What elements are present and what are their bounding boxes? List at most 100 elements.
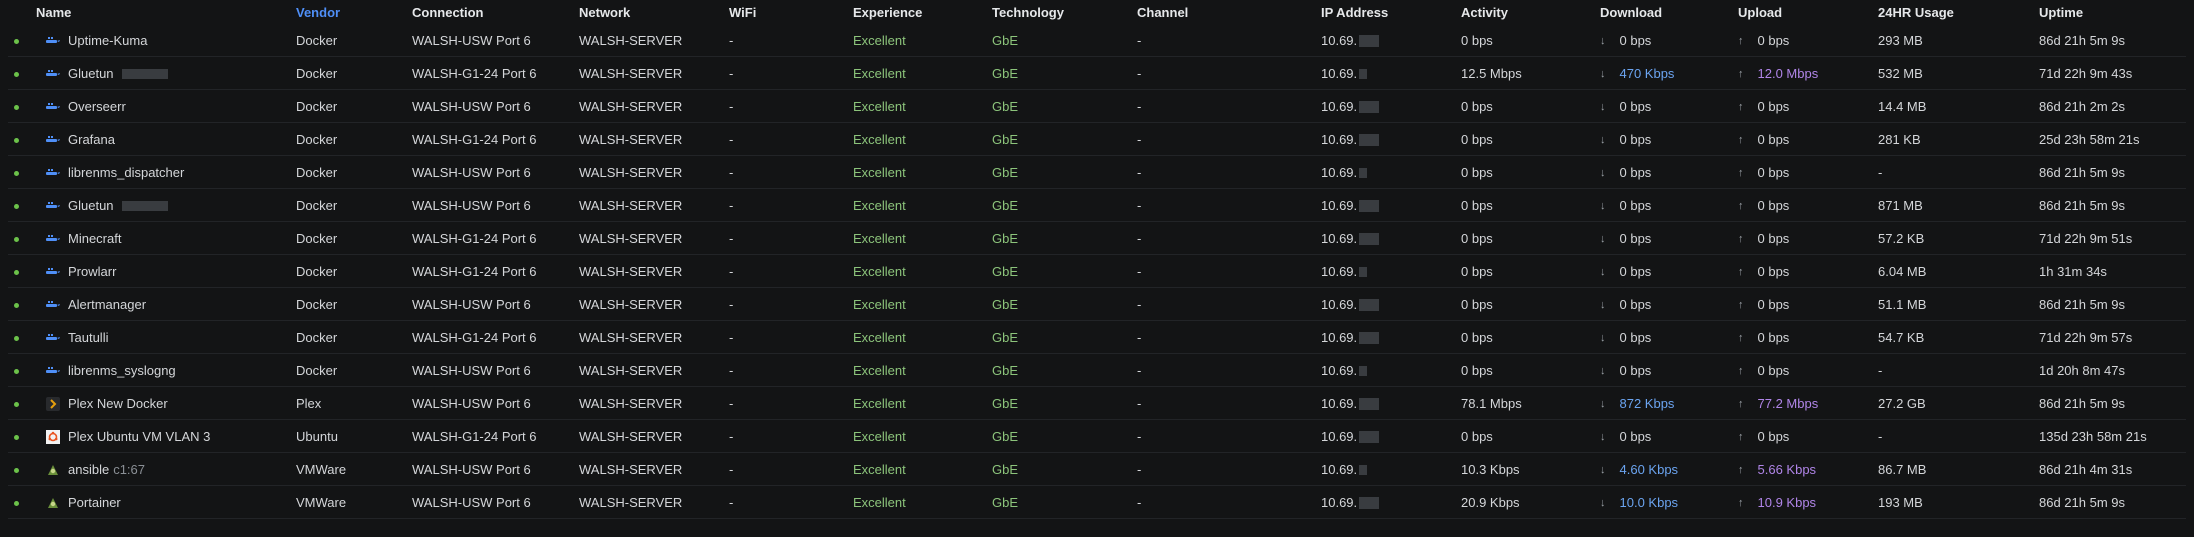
technology-cell: GbE <box>992 462 1019 477</box>
uptime-cell: 71d 22h 9m 51s <box>2039 231 2133 246</box>
docker-icon <box>46 166 60 180</box>
name-cell[interactable]: Gluetun <box>46 189 168 222</box>
download-value: 0 bps <box>1619 330 1652 345</box>
table-row[interactable]: librenms_syslogng Docker WALSH-USW Port 6 W… <box>0 354 2194 387</box>
column-header-experience[interactable]: Experience <box>853 0 922 24</box>
name-cell[interactable]: Tautulli <box>46 321 108 354</box>
name-cell[interactable]: Portainer <box>46 486 121 519</box>
table-row[interactable]: Uptime-Kuma Docker WALSH-USW Port 6 WALSH-S… <box>0 24 2194 57</box>
wifi-cell: - <box>729 363 734 378</box>
name-cell[interactable]: Prowlarr <box>46 255 116 288</box>
redacted-ip <box>1359 68 1368 79</box>
online-status-dot <box>14 171 19 176</box>
table-row[interactable]: Minecraft Docker WALSH-G1-24 Port 6 WALSH-S… <box>0 222 2194 255</box>
technology-cell: GbE <box>992 363 1019 378</box>
table-row[interactable]: Overseerr Docker WALSH-USW Port 6 WALSH-SER… <box>0 90 2194 123</box>
usage-cell: 57.2 KB <box>1878 231 1925 246</box>
name-cell[interactable]: Grafana <box>46 123 115 156</box>
ip-address: 10.69. <box>1321 462 1358 477</box>
activity-cell: 0 bps <box>1461 99 1493 114</box>
arrow-down-icon: ↓ <box>1600 34 1606 47</box>
wifi-cell: - <box>729 330 734 345</box>
column-header-name[interactable]: Name <box>36 0 71 24</box>
table-row[interactable]: Plex Ubuntu VM VLAN 3 Ubuntu WALSH-G1-24 P… <box>0 420 2194 453</box>
download-cell: ↓ 470 Kbps <box>1600 57 1674 90</box>
name-cell[interactable]: Gluetun <box>46 57 168 90</box>
ip-cell: 10.69. <box>1321 486 1380 519</box>
online-status-dot <box>14 237 19 242</box>
table-row[interactable]: Prowlarr Docker WALSH-G1-24 Port 6 WALSH-SE… <box>0 255 2194 288</box>
column-header-24hr-usage[interactable]: 24HR Usage <box>1878 0 1954 24</box>
experience-cell: Excellent <box>853 297 906 312</box>
ip-address: 10.69. <box>1321 198 1358 213</box>
channel-cell: - <box>1137 198 1142 213</box>
column-header-ip-address[interactable]: IP Address <box>1321 0 1388 24</box>
download-value: 10.0 Kbps <box>1619 495 1679 510</box>
table-row[interactable]: librenms_dispatcher Docker WALSH-USW Port … <box>0 156 2194 189</box>
arrow-up-icon: ↑ <box>1738 232 1744 245</box>
usage-cell: 871 MB <box>1878 198 1923 213</box>
column-header-wifi[interactable]: WiFi <box>729 0 756 24</box>
table-row[interactable]: Gluetun Docker WALSH-G1-24 Port 6 WALSH-SER… <box>0 57 2194 90</box>
uptime-cell: 86d 21h 5m 9s <box>2039 297 2126 312</box>
activity-cell: 0 bps <box>1461 330 1493 345</box>
column-header-technology[interactable]: Technology <box>992 0 1064 24</box>
name-cell[interactable]: librenms_syslogng <box>46 354 176 387</box>
table-row[interactable]: Grafana Docker WALSH-G1-24 Port 6 WALSH-SER… <box>0 123 2194 156</box>
ip-cell: 10.69. <box>1321 90 1380 123</box>
ip-address: 10.69. <box>1321 99 1358 114</box>
client-name: Prowlarr <box>68 264 117 279</box>
experience-cell: Excellent <box>853 132 906 147</box>
table-row[interactable]: ansible c1:67 VMWare WALSH-USW Port 6 WALSH-… <box>0 453 2194 486</box>
name-cell[interactable]: Overseerr <box>46 90 126 123</box>
table-row[interactable]: Gluetun Docker WALSH-USW Port 6 WALSH-SERVE… <box>0 189 2194 222</box>
column-header-upload[interactable]: Upload <box>1738 0 1782 24</box>
activity-cell: 0 bps <box>1461 198 1493 213</box>
technology-cell: GbE <box>992 264 1019 279</box>
name-cell[interactable]: Uptime-Kuma <box>46 24 147 57</box>
channel-cell: - <box>1137 132 1142 147</box>
experience-cell: Excellent <box>853 363 906 378</box>
online-status-dot <box>14 204 19 209</box>
column-header-uptime[interactable]: Uptime <box>2039 0 2083 24</box>
arrow-down-icon: ↓ <box>1600 298 1606 311</box>
docker-icon <box>46 100 60 114</box>
arrow-down-icon: ↓ <box>1600 265 1606 278</box>
experience-cell: Excellent <box>853 165 906 180</box>
column-header-connection[interactable]: Connection <box>412 0 484 24</box>
network-cell: WALSH-SERVER <box>579 264 683 279</box>
vendor-cell: Docker <box>296 297 338 312</box>
column-header-download[interactable]: Download <box>1600 0 1662 24</box>
technology-cell: GbE <box>992 330 1019 345</box>
column-header-vendor[interactable]: Vendor <box>296 0 340 24</box>
name-cell[interactable]: ansible c1:67 <box>46 453 145 486</box>
arrow-down-icon: ↓ <box>1600 166 1606 179</box>
experience-cell: Excellent <box>853 231 906 246</box>
connection-cell: WALSH-USW Port 6 <box>412 363 531 378</box>
vendor-cell: Docker <box>296 231 338 246</box>
ip-cell: 10.69. <box>1321 222 1380 255</box>
table-row[interactable]: Portainer VMWare WALSH-USW Port 6 WALSH-SER… <box>0 486 2194 519</box>
technology-cell: GbE <box>992 429 1019 444</box>
column-header-channel[interactable]: Channel <box>1137 0 1188 24</box>
upload-cell: ↑ 0 bps <box>1738 255 1789 288</box>
name-cell[interactable]: Plex Ubuntu VM VLAN 3 <box>46 420 210 453</box>
column-header-network[interactable]: Network <box>579 0 630 24</box>
upload-value: 12.0 Mbps <box>1757 66 1819 81</box>
name-cell[interactable]: Minecraft <box>46 222 121 255</box>
column-header-activity[interactable]: Activity <box>1461 0 1508 24</box>
upload-cell: ↑ 0 bps <box>1738 321 1789 354</box>
usage-cell: - <box>1878 165 1883 180</box>
name-cell[interactable]: Plex New Docker <box>46 387 168 420</box>
docker-icon <box>46 265 60 279</box>
wifi-cell: - <box>729 462 734 477</box>
redacted-ip <box>1359 266 1368 277</box>
table-row[interactable]: Plex New Docker Plex WALSH-USW Port 6 WALSH… <box>0 387 2194 420</box>
name-cell[interactable]: Alertmanager <box>46 288 146 321</box>
table-row[interactable]: Tautulli Docker WALSH-G1-24 Port 6 WALSH-SE… <box>0 321 2194 354</box>
name-cell[interactable]: librenms_dispatcher <box>46 156 184 189</box>
table-row[interactable]: Alertmanager Docker WALSH-USW Port 6 WALSH-… <box>0 288 2194 321</box>
arrow-up-icon: ↑ <box>1738 496 1744 509</box>
uptime-cell: 135d 23h 58m 21s <box>2039 429 2147 444</box>
upload-value: 0 bps <box>1757 330 1790 345</box>
